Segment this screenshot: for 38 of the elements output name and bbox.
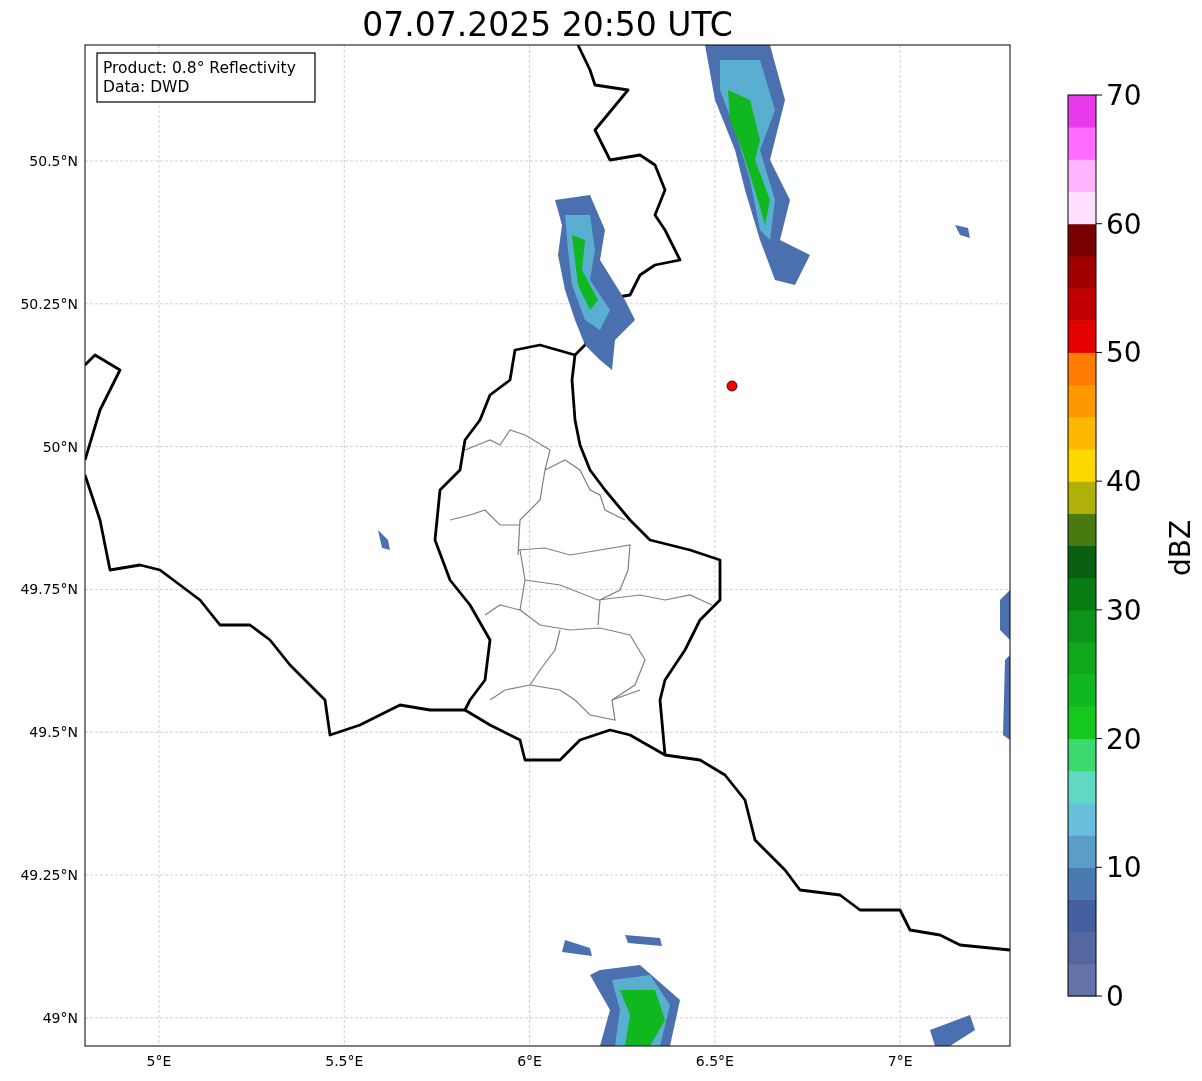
radar-echo [930,1015,975,1046]
colorbar-tick-label: 70 [1106,79,1142,112]
latitude-label: 50.25°N [20,295,78,312]
longitude-label: 6.5°E [695,1053,734,1069]
radar-echo [562,940,592,956]
latitude-label: 49°N [42,1009,78,1026]
tick-mark [1095,738,1103,740]
colorbar-tick-label: 60 [1106,207,1142,241]
chart-title: 07.07.2025 20:50 UTC [362,5,733,44]
tick-mark [1095,609,1103,611]
tick-mark [1095,480,1103,482]
longitude-label: 7°E [887,1053,913,1069]
radar-echo [1000,590,1010,640]
longitude-label: 5.5°E [325,1053,364,1069]
radar-echo [378,530,390,550]
latitude-label: 49.5°N [29,724,78,741]
colorbar-tick-label: 40 [1106,465,1142,499]
longitude-label: 6°E [517,1053,542,1069]
tick-mark [1095,351,1103,353]
tick-mark [1095,223,1103,225]
colorbar-tick-label: 30 [1106,593,1142,627]
colorbar-tick-label: 50 [1106,336,1142,370]
latitude-label: 49.75°N [20,581,78,598]
radar-echo [955,225,970,238]
info-box: Product: 0.8° Reflectivity Data: DWD [96,52,316,103]
location-marker [726,380,738,392]
radar-echo [625,935,662,946]
colorbar-tick-label: 10 [1106,851,1142,885]
colorbar-label: dBZ [1164,519,1197,577]
latitude-label: 49.25°N [20,867,78,883]
latitude-label: 50°N [42,438,78,455]
tick-mark [1095,995,1103,997]
longitude-label: 5°E [146,1053,172,1069]
colorbar-tick-label: 20 [1106,722,1142,756]
tick-mark [1095,866,1103,868]
latitude-label: 50.5°N [29,153,78,169]
tick-mark [1095,94,1103,96]
colorbar-tick-label: 0 [1106,980,1124,1013]
